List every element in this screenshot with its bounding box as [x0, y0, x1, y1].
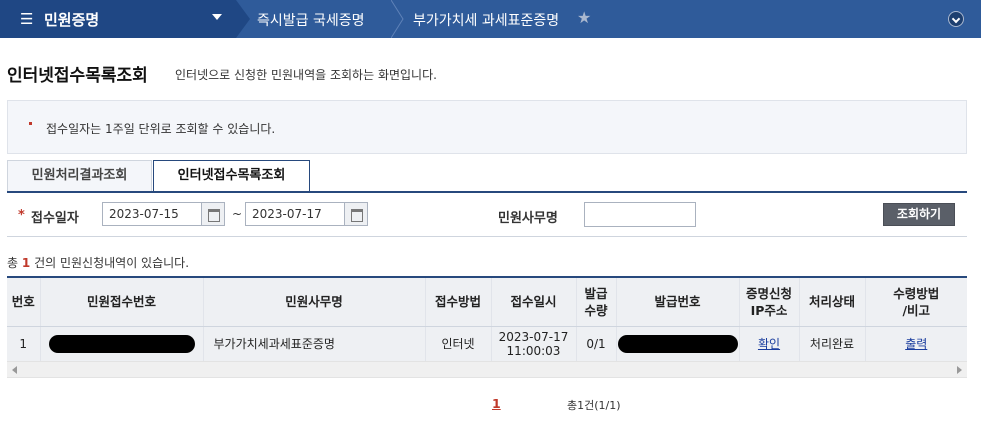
- breadcrumb-tax-cert[interactable]: 즉시발급 국세증명: [257, 10, 365, 30]
- pagination-summary: 총1건(1/1): [567, 399, 621, 412]
- breadcrumb-vat-cert[interactable]: 부가가치세 과세표준증명: [413, 10, 559, 30]
- chevron-down-circle-icon[interactable]: [948, 11, 964, 27]
- tab-internet-receipt-list[interactable]: 인터넷접수목록조회: [153, 160, 310, 193]
- header-receive-line2: /비고: [902, 302, 931, 318]
- header-ip: 증명신청 IP주소: [738, 276, 799, 327]
- caret-down-icon: [212, 14, 222, 20]
- table-row: 1 부가가치세과세표준증명 인터넷 2023-07-17 11:00:03 0/1…: [7, 326, 967, 362]
- header-no: 번호: [7, 276, 40, 327]
- date-label: 접수일자: [31, 211, 79, 226]
- header-office: 민원사무명: [202, 276, 425, 327]
- calendar-icon[interactable]: [344, 202, 368, 226]
- page-title: 인터넷접수목록조회: [7, 66, 148, 86]
- header-quantity-line1: 발급: [584, 285, 608, 301]
- cell-ip: 확인: [738, 326, 799, 362]
- header-quantity: 발급 수량: [575, 276, 616, 327]
- cell-date: 2023-07-17 11:00:03: [490, 326, 576, 362]
- menu-title: 민원증명: [44, 11, 100, 29]
- page-description: 인터넷으로 신청한 민원내역을 조회하는 화면입니다.: [175, 68, 437, 82]
- star-icon[interactable]: ★: [577, 8, 591, 27]
- search-button[interactable]: 조회하기: [883, 203, 955, 226]
- header-method: 접수방법: [424, 276, 491, 327]
- top-navigation-bar: ☰ 민원증명 즉시발급 국세증명 부가가치세 과세표준증명 ★: [0, 0, 981, 38]
- notice-box: 접수일자는 1주일 단위로 조회할 수 있습니다.: [7, 100, 967, 154]
- header-receive: 수령방법/비고: [864, 276, 967, 327]
- horizontal-scrollbar[interactable]: [7, 361, 967, 378]
- chevron-divider-icon: [236, 0, 250, 38]
- notice-text: 접수일자는 1주일 단위로 조회할 수 있습니다.: [46, 122, 276, 136]
- hamburger-icon[interactable]: ☰: [20, 10, 33, 28]
- required-mark: *: [18, 208, 25, 223]
- header-issue-no: 발급번호: [615, 276, 739, 327]
- count-suffix: 건의 민원신청내역이 있습니다.: [34, 256, 190, 270]
- result-count: 총 1 건의 민원신청내역이 있습니다.: [7, 254, 189, 271]
- receipt-table: 번호 민원접수번호 민원사무명 접수방법 접수일시 발급 수량 발급번호 증명신청…: [7, 276, 967, 362]
- office-name-input[interactable]: [584, 202, 696, 227]
- pagination-current-page[interactable]: 1: [492, 396, 501, 411]
- scroll-left-icon[interactable]: [12, 366, 17, 374]
- redacted-issue-no: [617, 334, 738, 353]
- header-receipt-no: 민원접수번호: [39, 276, 203, 327]
- cell-quantity: 0/1: [575, 326, 616, 362]
- header-quantity-line2: 수량: [584, 302, 608, 318]
- header-ip-line2: IP주소: [750, 302, 788, 318]
- tab-result-inquiry[interactable]: 민원처리결과조회: [7, 160, 152, 192]
- date-from-input[interactable]: 2023-07-15: [102, 202, 202, 226]
- print-link[interactable]: 출력: [905, 337, 927, 351]
- date-separator: ~: [232, 207, 243, 221]
- chevron-divider-icon: [391, 0, 404, 38]
- calendar-icon[interactable]: [201, 202, 225, 226]
- cell-date-day: 2023-07-17: [498, 329, 569, 344]
- cell-receive: 출력: [864, 326, 967, 362]
- redacted-receipt-no: [48, 334, 195, 353]
- cell-date-time: 11:00:03: [506, 343, 561, 358]
- scroll-right-icon[interactable]: [957, 366, 962, 374]
- header-status: 처리상태: [798, 276, 865, 327]
- table-header-row: 번호 민원접수번호 민원사무명 접수방법 접수일시 발급 수량 발급번호 증명신청…: [7, 276, 967, 327]
- office-label: 민원사무명: [498, 211, 558, 226]
- cell-issue-no: [615, 326, 739, 362]
- menu-dropdown[interactable]: ☰ 민원증명: [0, 0, 236, 38]
- cell-receipt-no: [39, 326, 203, 362]
- header-date: 접수일시: [490, 276, 576, 327]
- cell-method: 인터넷: [424, 326, 491, 362]
- count-number: 1: [21, 256, 31, 270]
- count-prefix: 총: [7, 256, 19, 270]
- ip-confirm-link[interactable]: 확인: [758, 337, 780, 351]
- date-to-input[interactable]: 2023-07-17: [245, 202, 345, 226]
- cell-office: 부가가치세과세표준증명: [202, 326, 425, 362]
- bullet-icon: [29, 122, 32, 125]
- cell-status: 처리완료: [798, 326, 865, 362]
- cell-no: 1: [7, 326, 40, 362]
- header-receive-line1: 수령방법: [893, 285, 940, 301]
- header-ip-line1: 증명신청: [745, 285, 792, 301]
